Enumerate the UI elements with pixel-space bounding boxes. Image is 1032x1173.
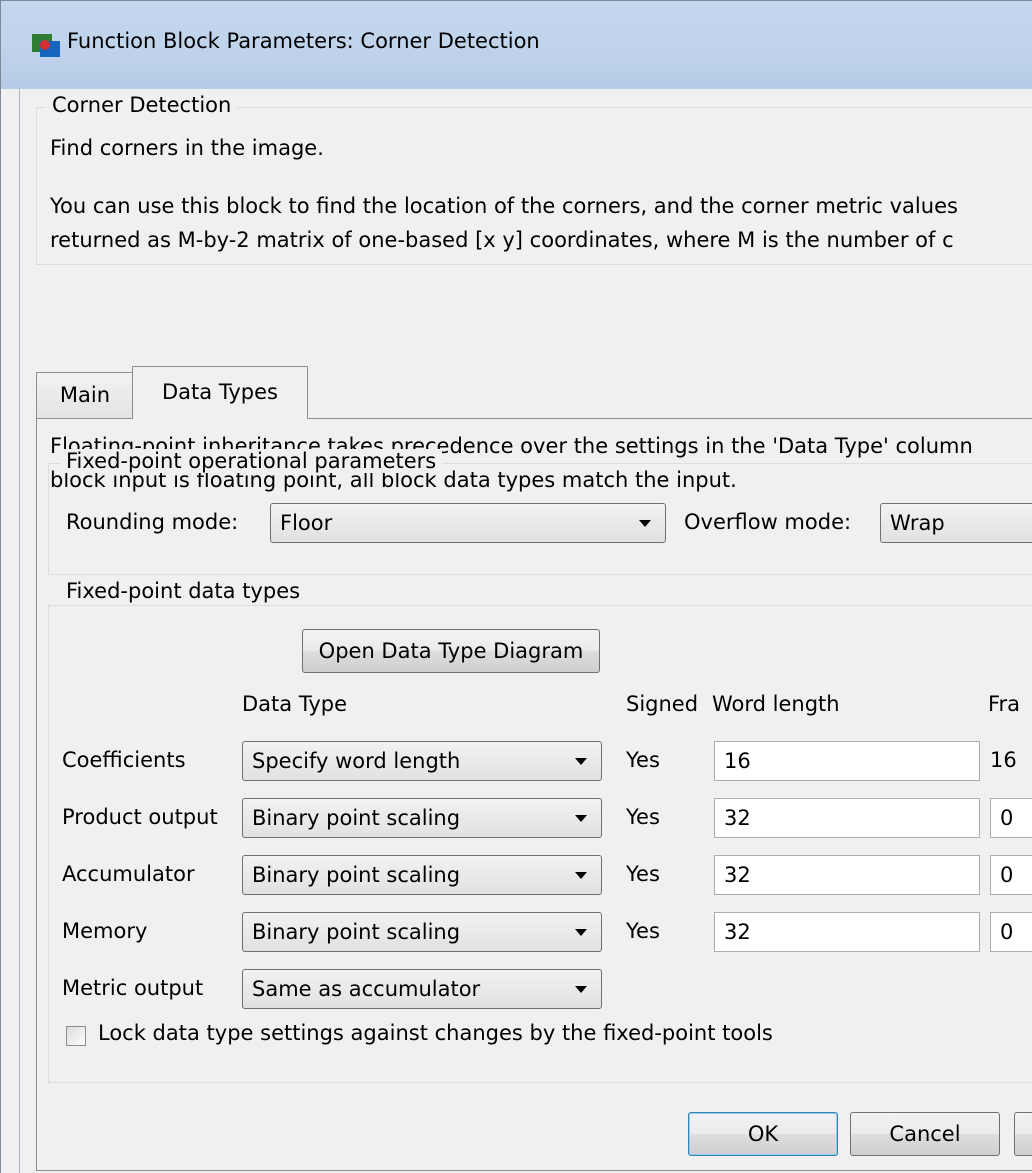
header-signed: Signed — [626, 692, 699, 716]
chevron-down-icon — [639, 520, 651, 527]
product-output-type-value: Binary point scaling — [252, 806, 461, 830]
chevron-down-icon — [575, 929, 587, 936]
accumulator-fraction-field[interactable]: 0 — [990, 855, 1032, 895]
title-bar[interactable]: Function Block Parameters: Corner Detect… — [1, 1, 1032, 89]
accumulator-fraction-value: 0 — [1000, 863, 1014, 887]
row-label-metric-output: Metric output — [62, 976, 204, 1000]
description-line-3: returned as M-by-2 matrix of one-based [… — [50, 228, 954, 252]
rounding-mode-value: Floor — [280, 511, 333, 535]
memory-fraction-field[interactable]: 0 — [990, 912, 1032, 952]
coefficients-type-select[interactable]: Specify word length — [242, 741, 602, 781]
row-label-product-output: Product output — [62, 805, 218, 829]
chevron-down-icon — [575, 986, 587, 993]
metric-output-type-value: Same as accumulator — [252, 977, 481, 1001]
cancel-label: Cancel — [889, 1122, 961, 1146]
fixed-point-types-group — [48, 605, 1032, 1083]
memory-type-value: Binary point scaling — [252, 920, 461, 944]
product-output-fraction-value: 0 — [1000, 806, 1014, 830]
product-output-signed: Yes — [626, 805, 660, 829]
simulink-block-icon — [32, 34, 60, 57]
overflow-mode-value: Wrap — [890, 511, 945, 535]
coefficients-type-value: Specify word length — [252, 749, 461, 773]
ok-button[interactable]: OK — [688, 1112, 838, 1156]
lock-data-type-label[interactable]: Lock data type settings against changes … — [98, 1021, 773, 1045]
lock-data-type-checkbox[interactable] — [66, 1026, 86, 1046]
ok-label: OK — [747, 1122, 779, 1146]
cancel-button[interactable]: Cancel — [850, 1112, 1000, 1156]
overflow-mode-select[interactable]: Wrap — [880, 503, 1032, 543]
coefficients-signed: Yes — [626, 748, 660, 772]
row-label-accumulator: Accumulator — [62, 862, 195, 886]
overflow-mode-label: Overflow mode: — [684, 510, 852, 534]
window-title: Function Block Parameters: Corner Detect… — [67, 29, 540, 53]
row-label-coefficients: Coefficients — [62, 748, 186, 772]
metric-output-type-select[interactable]: Same as accumulator — [242, 969, 602, 1009]
help-button[interactable] — [1014, 1112, 1032, 1156]
open-data-type-diagram-label: Open Data Type Diagram — [318, 639, 584, 663]
description-line-1: Find corners in the image. — [50, 136, 324, 160]
tab-main-label: Main — [59, 383, 111, 407]
chevron-down-icon — [575, 758, 587, 765]
rounding-mode-select[interactable]: Floor — [270, 503, 666, 543]
memory-signed: Yes — [626, 919, 660, 943]
description-line-2: You can use this block to find the locat… — [50, 194, 958, 218]
dialog-window: Function Block Parameters: Corner Detect… — [0, 0, 1032, 1173]
coefficients-word-length-value: 16 — [724, 749, 751, 773]
accumulator-type-value: Binary point scaling — [252, 863, 461, 887]
memory-fraction-value: 0 — [1000, 920, 1014, 944]
coefficients-fraction-length: 16 — [990, 748, 1017, 772]
rounding-mode-label: Rounding mode: — [66, 510, 239, 534]
header-fraction-length: Fra — [988, 692, 1021, 716]
memory-word-length-field[interactable]: 32 — [714, 912, 980, 952]
coefficients-word-length-field[interactable]: 16 — [714, 741, 980, 781]
chevron-down-icon — [575, 815, 587, 822]
memory-word-length-value: 32 — [724, 920, 751, 944]
product-output-type-select[interactable]: Binary point scaling — [242, 798, 602, 838]
tab-main[interactable]: Main — [36, 372, 134, 418]
tab-data-types-label: Data Types — [162, 380, 278, 404]
header-word-length: Word length — [712, 692, 840, 716]
accumulator-type-select[interactable]: Binary point scaling — [242, 855, 602, 895]
product-output-fraction-field[interactable]: 0 — [990, 798, 1032, 838]
accumulator-word-length-field[interactable]: 32 — [714, 855, 980, 895]
product-output-word-length-value: 32 — [724, 806, 751, 830]
accumulator-signed: Yes — [626, 862, 660, 886]
description-group-title: Corner Detection — [46, 93, 238, 117]
header-data-type: Data Type — [242, 692, 348, 716]
row-label-memory: Memory — [62, 919, 148, 943]
tab-data-types[interactable]: Data Types — [132, 366, 308, 419]
dialog-body: Corner Detection Find corners in the ima… — [19, 89, 1032, 1173]
fixed-point-params-title: Fixed-point operational parameters — [60, 449, 443, 473]
open-data-type-diagram-button[interactable]: Open Data Type Diagram — [302, 629, 600, 673]
memory-type-select[interactable]: Binary point scaling — [242, 912, 602, 952]
accumulator-word-length-value: 32 — [724, 863, 751, 887]
fixed-point-types-title: Fixed-point data types — [60, 579, 307, 603]
product-output-word-length-field[interactable]: 32 — [714, 798, 980, 838]
chevron-down-icon — [575, 872, 587, 879]
